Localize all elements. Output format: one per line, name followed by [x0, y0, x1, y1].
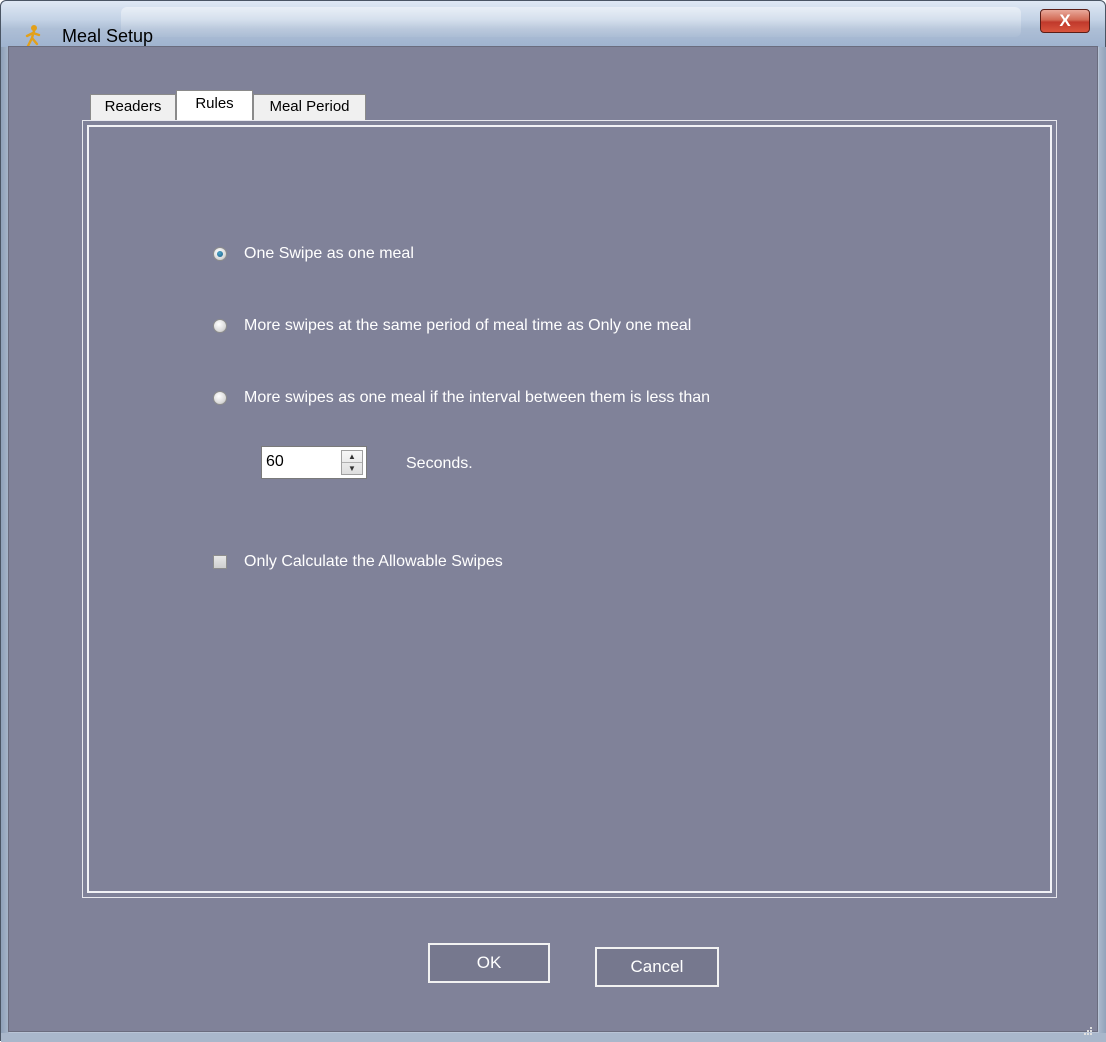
interval-radio[interactable] — [213, 391, 227, 405]
title-bar[interactable]: Meal Setup X — [1, 1, 1105, 48]
one-swipe-label: One Swipe as one meal — [244, 245, 414, 262]
allowable-swipes-label: Only Calculate the Allowable Swipes — [244, 553, 503, 570]
interval-label: More swipes as one meal if the interval … — [244, 389, 711, 406]
close-button[interactable]: X — [1040, 9, 1090, 33]
window-title: Meal Setup — [62, 26, 154, 46]
allowable-swipes-checkbox[interactable] — [213, 555, 227, 569]
cancel-button[interactable]: Cancel — [595, 947, 719, 987]
tab-meal-period-label: Meal Period — [269, 98, 350, 115]
tab-rules[interactable]: Rules — [176, 90, 253, 120]
tab-rules-label: Rules — [195, 95, 234, 112]
title-bar-glow — [121, 7, 1021, 37]
one-swipe-radio[interactable] — [213, 247, 227, 261]
rules-panel-frame — [87, 125, 1052, 893]
frame-right — [1099, 47, 1106, 1037]
ok-button-label: OK — [476, 953, 502, 972]
seconds-unit-label: Seconds. — [406, 455, 473, 472]
tab-readers[interactable]: Readers — [90, 94, 176, 120]
cancel-button-label: Cancel — [630, 957, 684, 976]
tab-readers-label: Readers — [104, 98, 162, 115]
stepper-down-icon[interactable]: ▼ — [342, 463, 362, 474]
app-icon — [25, 25, 41, 48]
stepper-up-icon[interactable]: ▲ — [342, 451, 362, 463]
interval-seconds-stepper[interactable]: 60 ▲ ▼ — [261, 446, 367, 479]
interval-seconds-value[interactable]: 60 — [266, 453, 284, 471]
close-icon: X — [1059, 11, 1071, 30]
same-period-radio[interactable] — [213, 319, 227, 333]
tab-meal-period[interactable]: Meal Period — [253, 94, 366, 120]
stepper-buttons: ▲ ▼ — [341, 450, 363, 475]
ok-button[interactable]: OK — [428, 943, 550, 983]
resize-grip-icon[interactable] — [1083, 1026, 1093, 1036]
same-period-label: More swipes at the same period of meal t… — [244, 317, 692, 334]
